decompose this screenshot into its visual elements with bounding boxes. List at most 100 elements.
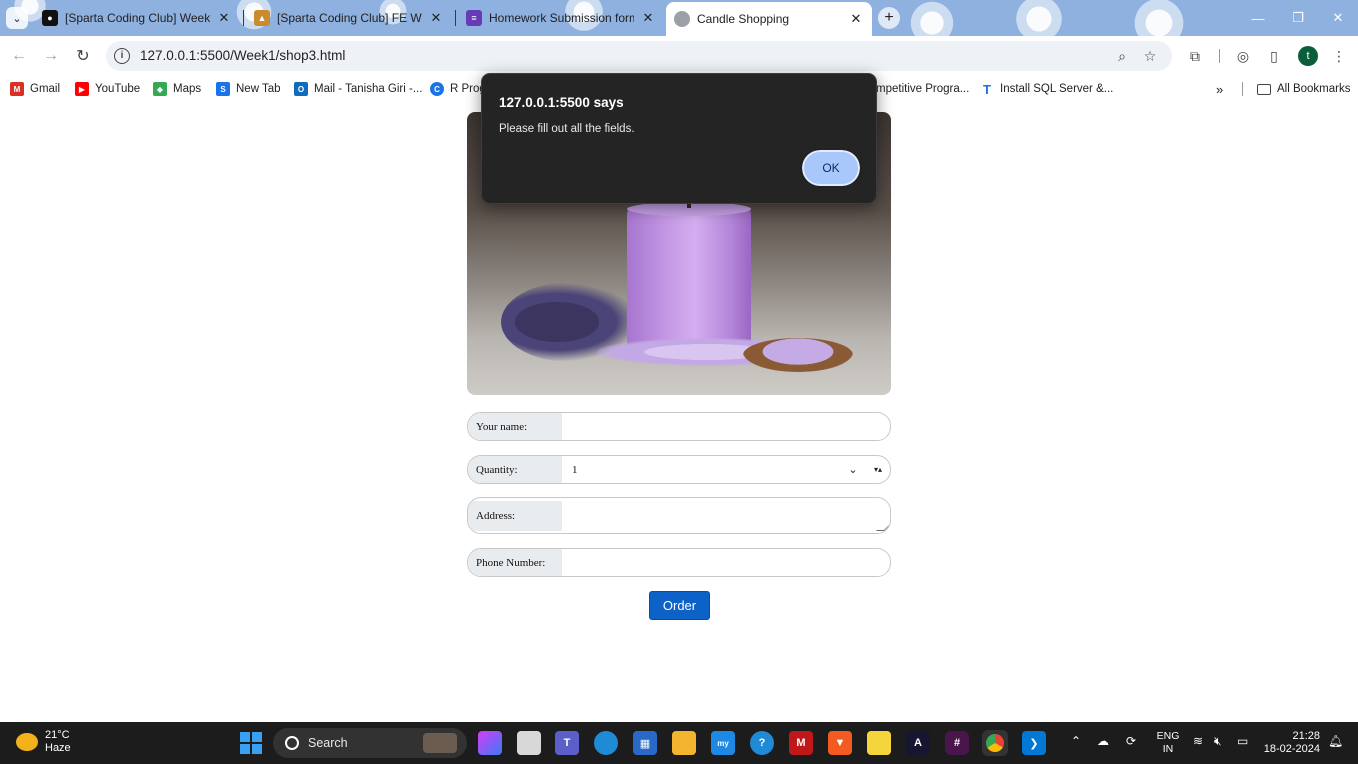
- tab-search-chevron-icon[interactable]: ⌄: [6, 7, 28, 29]
- name-input[interactable]: [562, 413, 890, 440]
- reload-icon[interactable]: ↻: [72, 45, 94, 67]
- snowflake-decoration: [1010, 0, 1068, 36]
- browser-toolbar: ← → ↻ i 127.0.0.1:5500/Week1/shop3.html …: [0, 36, 1358, 76]
- close-icon[interactable]: ✕: [848, 11, 864, 27]
- phone-input[interactable]: [562, 549, 890, 576]
- weather-text: 21°C Haze: [45, 729, 71, 755]
- side-panel-icon[interactable]: ▯: [1263, 45, 1285, 67]
- all-bookmarks[interactable]: All Bookmarks: [1257, 81, 1351, 97]
- date: 18-02-2024: [1263, 743, 1320, 755]
- bookmark-competitive-programming[interactable]: mpetitive Progra...: [876, 81, 969, 97]
- address-field-group: Address:: [467, 497, 891, 534]
- bookmarks-separator: [1242, 82, 1243, 96]
- tab-sparta-fe-week2[interactable]: ▲ [Sparta Coding Club] FE Week 2 ✕: [246, 4, 452, 32]
- search-icon: [285, 736, 299, 750]
- bookmark-youtube[interactable]: ▶ YouTube: [75, 81, 140, 97]
- volume-muted-icon[interactable]: 🔇︎: [1214, 734, 1222, 749]
- taskbar-search-box[interactable]: Search: [273, 728, 467, 758]
- browser-tab-strip: ⌄ ● [Sparta Coding Club] Week 2 – ✕ ▲ [S…: [0, 0, 1358, 36]
- tray-overflow-chevron-icon[interactable]: ⌃: [1071, 734, 1081, 748]
- phone-label: Phone Number:: [468, 549, 562, 576]
- bookmark-star-icon[interactable]: ☆: [1142, 48, 1158, 64]
- tab-homework-form[interactable]: ≡ Homework Submission form W ✕: [458, 4, 664, 32]
- performance-icon[interactable]: ◎: [1232, 45, 1254, 67]
- language-indicator[interactable]: ENG IN: [1156, 730, 1180, 756]
- bookmark-new-tab[interactable]: S New Tab: [216, 81, 281, 97]
- system-clock[interactable]: 21:28 18-02-2024: [1262, 730, 1320, 756]
- bookmark-maps[interactable]: ◆ Maps: [153, 81, 201, 97]
- address-bar[interactable]: i 127.0.0.1:5500/Week1/shop3.html ⌕ ☆: [106, 41, 1172, 71]
- ms-store-icon[interactable]: ▦: [633, 731, 657, 755]
- sparta-icon: ▲: [254, 10, 270, 26]
- sticky-notes-icon[interactable]: [867, 731, 891, 755]
- chevron-down-icon[interactable]: ⌄: [840, 456, 866, 483]
- task-view-icon[interactable]: [517, 731, 541, 755]
- bookmark-label: New Tab: [236, 83, 281, 95]
- tab-separator: [243, 10, 244, 26]
- extensions-puzzle-icon[interactable]: ⧉: [1184, 45, 1206, 67]
- brave-icon[interactable]: ▼: [828, 731, 852, 755]
- phone-field-group: Phone Number:: [467, 548, 891, 577]
- profile-avatar[interactable]: t: [1298, 46, 1318, 66]
- tab-title: [Sparta Coding Club] FE Week 2: [277, 11, 422, 25]
- window-close-icon[interactable]: ✕: [1318, 0, 1358, 36]
- restore-icon[interactable]: ❐: [1278, 0, 1318, 36]
- quantity-field-group: Quantity: 1 ⌄ ▾▴: [467, 455, 891, 484]
- file-explorer-icon[interactable]: [672, 731, 696, 755]
- bookmark-gmail[interactable]: M Gmail: [10, 81, 60, 97]
- folder-icon: [1257, 83, 1271, 95]
- chrome-icon[interactable]: [982, 730, 1008, 756]
- outlook-icon: O: [294, 82, 308, 96]
- zoom-magnifier-icon[interactable]: ⌕: [1114, 48, 1130, 64]
- minimize-icon[interactable]: —: [1238, 0, 1278, 36]
- teams-icon[interactable]: T: [555, 731, 579, 755]
- wifi-icon[interactable]: ≋: [1193, 734, 1203, 748]
- close-icon[interactable]: ✕: [428, 10, 444, 26]
- bookmark-label: Install SQL Server &...: [1000, 83, 1114, 95]
- vscode-icon[interactable]: ❯: [1022, 731, 1046, 755]
- windows-start-icon[interactable]: [239, 731, 263, 755]
- edge-icon[interactable]: [594, 731, 618, 755]
- tab-sparta-week2[interactable]: ● [Sparta Coding Club] Week 2 – ✕: [34, 4, 240, 32]
- alert-ok-button[interactable]: OK: [800, 148, 862, 188]
- slack-icon[interactable]: #: [945, 731, 969, 755]
- weather-condition: Haze: [45, 742, 71, 754]
- address-textarea[interactable]: [562, 498, 890, 533]
- bookmark-install-sql[interactable]: T Install SQL Server &...: [980, 81, 1113, 97]
- order-button[interactable]: Order: [649, 591, 710, 620]
- notification-bell-icon[interactable]: 🔔︎: [1328, 734, 1343, 748]
- affinity-icon[interactable]: A: [906, 731, 930, 755]
- close-icon[interactable]: ✕: [216, 10, 232, 26]
- site-info-icon[interactable]: i: [114, 48, 130, 64]
- mylio-app-icon[interactable]: my: [711, 731, 735, 755]
- close-icon[interactable]: ✕: [640, 10, 656, 26]
- sync-icon[interactable]: ⟳: [1126, 734, 1136, 748]
- spinner-arrows-icon[interactable]: ▾▴: [866, 456, 890, 483]
- bookmark-mail[interactable]: O Mail - Tanisha Giri -...: [294, 81, 422, 97]
- forward-arrow-icon[interactable]: →: [40, 45, 62, 67]
- quantity-select[interactable]: 1: [562, 456, 840, 483]
- battery-icon[interactable]: ▭: [1237, 734, 1248, 748]
- tab-separator: [455, 10, 456, 26]
- mcafee-icon[interactable]: M: [789, 731, 813, 755]
- gmail-icon: M: [10, 82, 24, 96]
- help-icon[interactable]: ?: [750, 731, 774, 755]
- bookmark-r-prog[interactable]: C R Prog: [430, 81, 486, 97]
- youtube-icon: ▶: [75, 82, 89, 96]
- tab-title: Candle Shopping: [697, 12, 790, 26]
- url-text[interactable]: 127.0.0.1:5500/Week1/shop3.html: [140, 48, 345, 63]
- more-bookmarks-chevron-icon[interactable]: »: [1216, 81, 1223, 97]
- back-arrow-icon[interactable]: ←: [8, 45, 30, 67]
- bookmark-label: Mail - Tanisha Giri -...: [314, 83, 423, 95]
- purple-candle: [627, 208, 751, 348]
- menu-kebab-icon[interactable]: ⋮: [1328, 45, 1350, 67]
- weather-widget[interactable]: 21°C Haze: [16, 729, 71, 755]
- bookmark-label: Gmail: [30, 83, 61, 95]
- name-field-group: Your name:: [467, 412, 891, 441]
- temperature: 21°C: [45, 729, 70, 741]
- onedrive-icon[interactable]: ☁: [1097, 734, 1109, 748]
- tab-candle-shopping[interactable]: Candle Shopping ✕: [666, 2, 872, 36]
- alert-dialog: 127.0.0.1:5500 says Please fill out all …: [481, 73, 877, 204]
- new-tab-plus-icon[interactable]: +: [878, 7, 900, 29]
- copilot-icon[interactable]: [478, 731, 502, 755]
